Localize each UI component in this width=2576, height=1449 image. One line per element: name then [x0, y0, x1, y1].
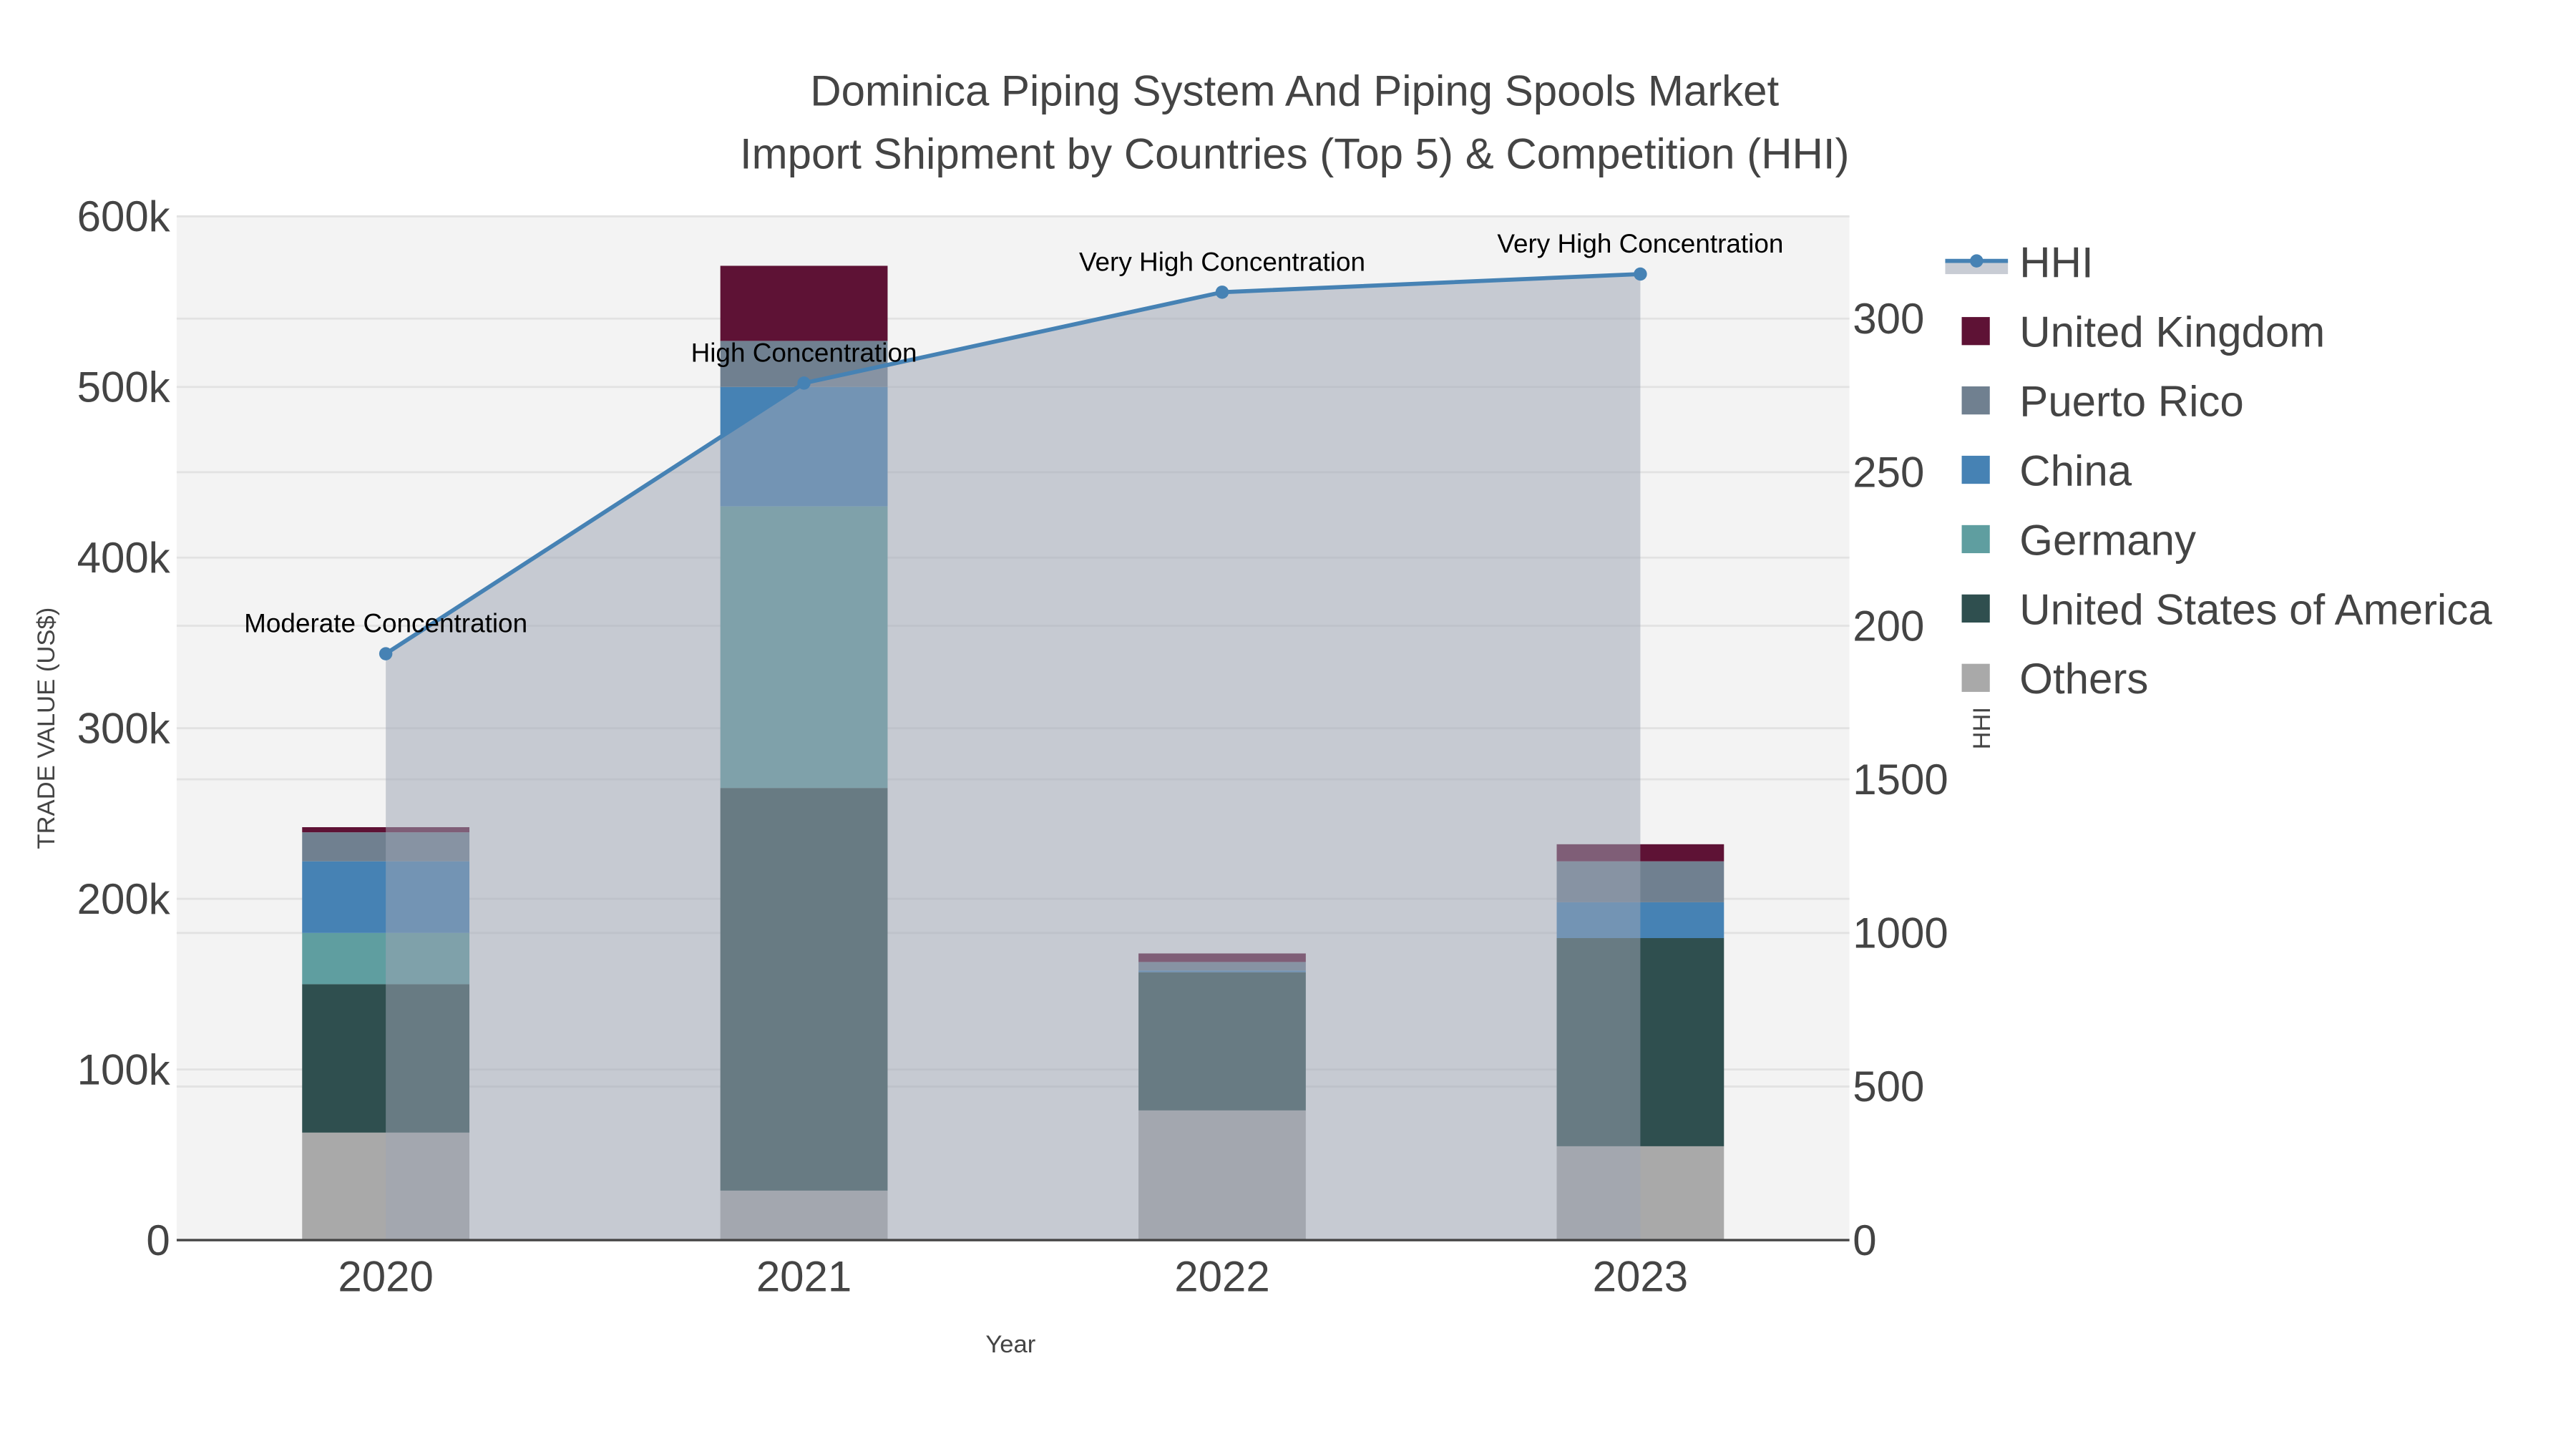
legend-swatch — [1961, 594, 1990, 623]
y2-tick-label: 200 — [1853, 602, 1924, 650]
y-tick-label: 0 — [146, 1216, 170, 1264]
hhi-annotation-2022: Very High Concentration — [1079, 247, 1365, 276]
x-tick-label: 2021 — [756, 1253, 852, 1301]
y-tick-label: 400k — [77, 534, 171, 582]
legend-swatch — [1961, 525, 1990, 554]
legend-item-united-states-of-america[interactable]: United States of America — [1961, 585, 2493, 633]
hhi-point-2020 — [379, 647, 393, 660]
y2-tick-label: 0 — [1853, 1216, 1876, 1264]
y-tick-label: 100k — [77, 1045, 171, 1093]
chart: Moderate Concentration High Concentration… — [0, 0, 2576, 1449]
hhi-annotation-2023: Very High Concentration — [1497, 229, 1783, 258]
y-tick-label: 300k — [77, 704, 171, 752]
y2-tick-label: 1500 — [1853, 756, 1948, 804]
hhi-point-2023 — [1634, 267, 1647, 281]
y-axis-title: TRADE VALUE (US$) — [33, 608, 60, 849]
x-tick-label: 2020 — [338, 1253, 433, 1301]
legend-label: United Kingdom — [2019, 308, 2325, 356]
hhi-point-2022 — [1215, 286, 1229, 299]
y-tick-label: 200k — [77, 875, 171, 923]
hhi-point-2021 — [797, 376, 811, 390]
legend-swatch — [1961, 455, 1990, 484]
y-tick-label: 600k — [77, 192, 171, 240]
legend-label: HHI — [2019, 239, 2093, 287]
y-tick-label: 500k — [77, 364, 171, 411]
legend-swatch — [1961, 663, 1990, 692]
legend-label: Others — [2019, 655, 2148, 703]
x-tick-label: 2022 — [1174, 1253, 1269, 1301]
legend-label: Germany — [2019, 516, 2196, 564]
chart-title-line1: Dominica Piping System And Piping Spools… — [810, 67, 1779, 115]
x-axis-title: Year — [985, 1331, 1035, 1358]
legend-swatch — [1961, 386, 1990, 415]
x-tick-label: 2023 — [1593, 1253, 1688, 1301]
chart-title-line2: Import Shipment by Countries (Top 5) & C… — [740, 130, 1850, 177]
bar-united-kingdom-2021 — [720, 265, 888, 341]
hhi-annotation-2020: Moderate Concentration — [244, 609, 527, 638]
legend-swatch — [1961, 317, 1990, 346]
y2-tick-label: 1000 — [1853, 909, 1948, 957]
y2-tick-label: 250 — [1853, 449, 1924, 497]
legend-label: Puerto Rico — [2019, 378, 2243, 426]
y2-tick-label: 300 — [1853, 295, 1924, 343]
legend-label: China — [2019, 447, 2132, 494]
legend-label: United States of America — [2019, 585, 2492, 633]
legend-marker — [1970, 254, 1984, 268]
y2-tick-label: 500 — [1853, 1063, 1924, 1111]
hhi-annotation-2021: High Concentration — [691, 338, 917, 367]
y2-axis-title: HHI — [1968, 707, 1996, 750]
